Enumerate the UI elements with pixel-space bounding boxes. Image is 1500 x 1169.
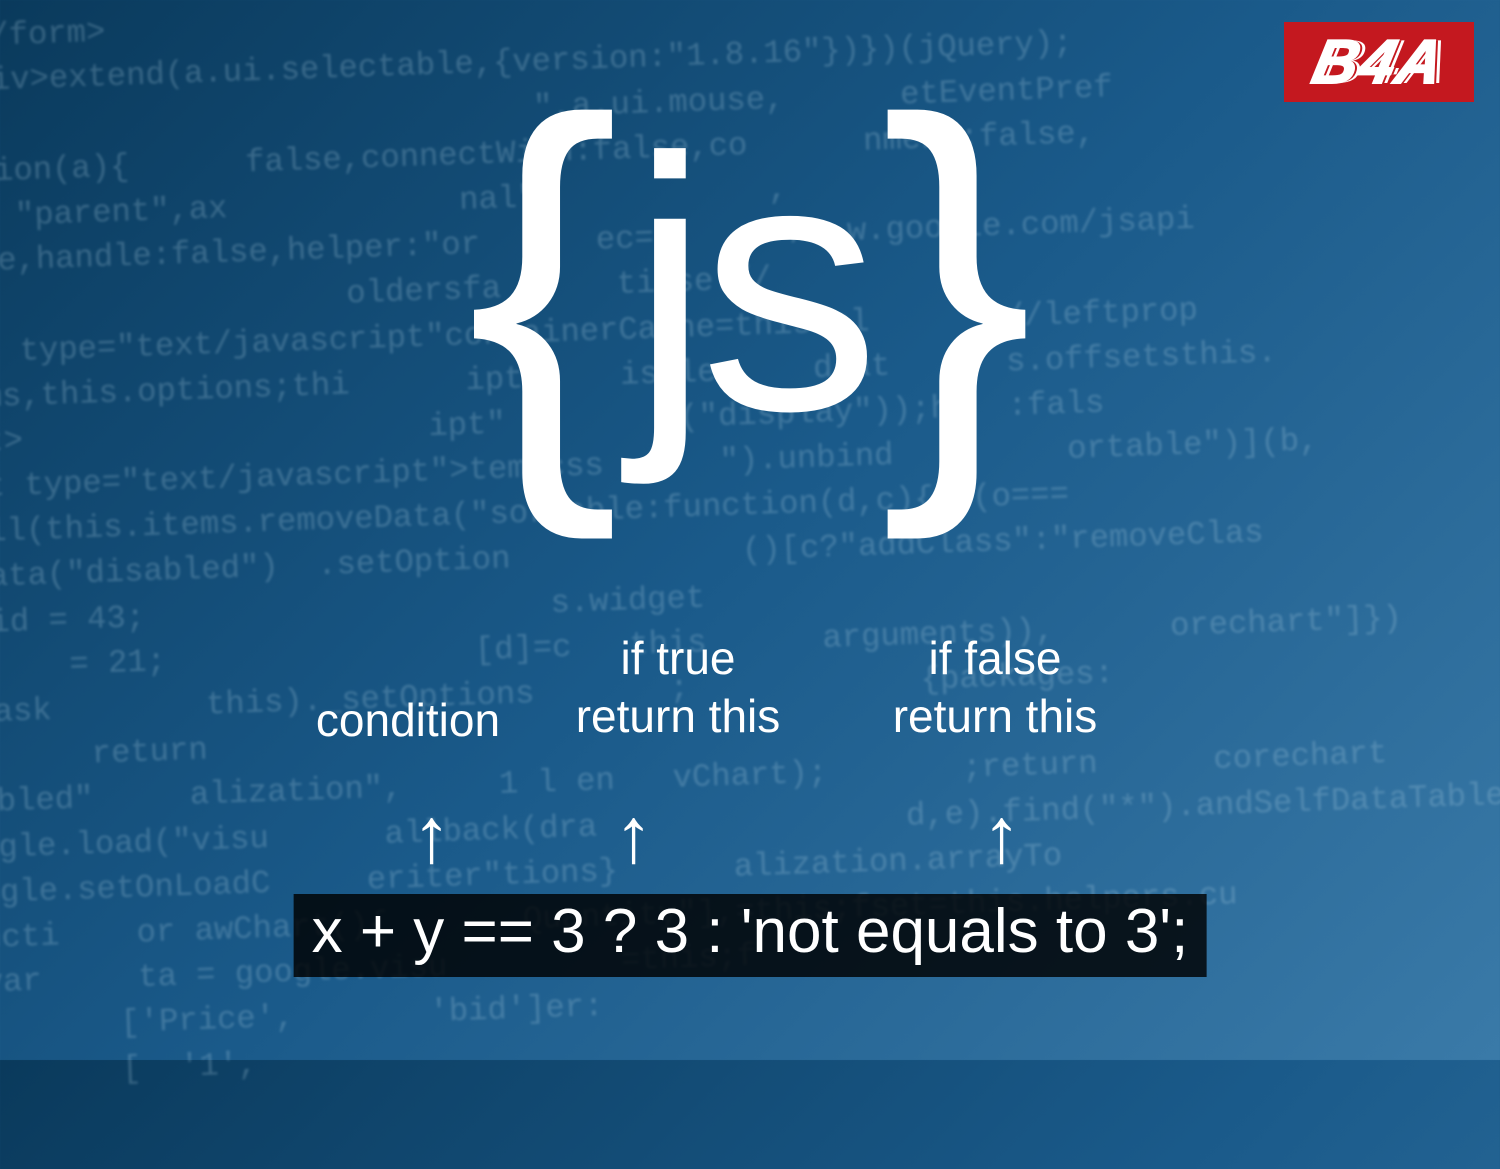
brand-logo-text: B4A [1306,27,1451,98]
label-if-false-line1: if false [929,632,1062,684]
label-if-false: if false return this [855,630,1135,745]
code-example-box: x + y == 3 ? 3 : 'not equals to 3'; [294,894,1207,977]
label-if-false-line2: return this [893,690,1098,742]
right-brace-icon: } [880,55,1034,515]
brand-logo: B4A [1284,22,1474,102]
js-logo: { js } [466,55,1033,515]
js-logo-text: js [630,105,870,465]
label-if-true-line2: return this [576,690,781,742]
arrow-up-icon: ↑ [614,790,653,881]
label-condition-text: condition [316,694,500,746]
label-if-true: if true return this [538,630,818,745]
left-brace-icon: { [466,55,620,515]
code-example-text: x + y == 3 ? 3 : 'not equals to 3'; [312,897,1189,966]
arrow-up-icon: ↑ [412,790,451,881]
arrow-up-icon: ↑ [982,790,1021,881]
label-if-true-line1: if true [620,632,735,684]
label-condition: condition [268,692,548,750]
